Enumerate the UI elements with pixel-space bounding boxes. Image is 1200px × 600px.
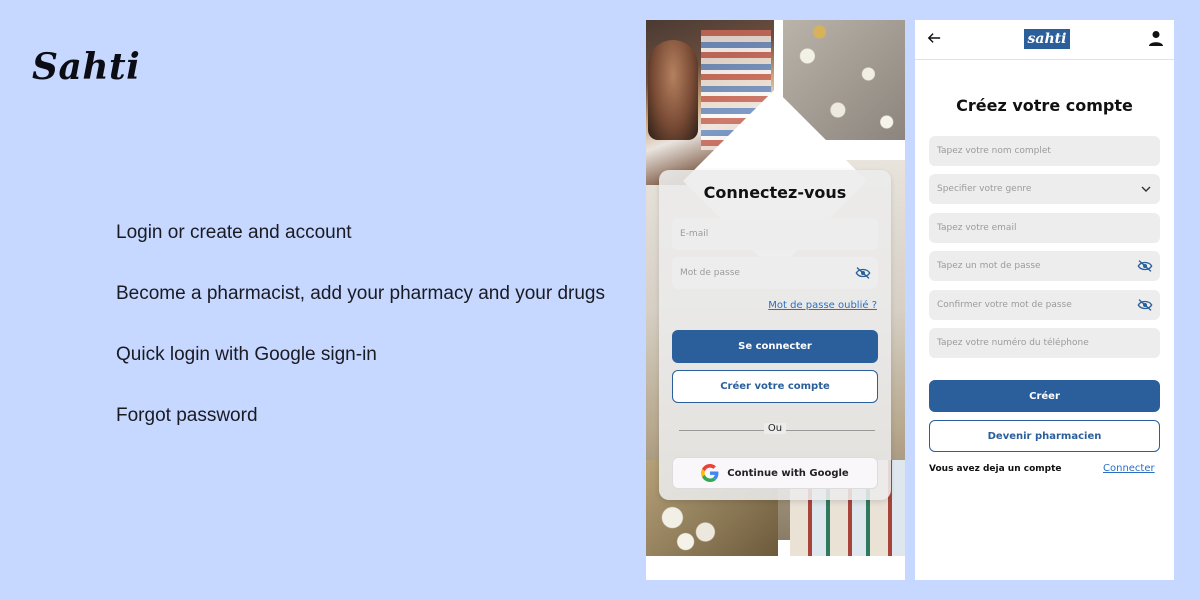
login-screen: Connectez-vous E-mail Mot de passe Mot d… (646, 20, 905, 580)
google-icon (701, 464, 719, 482)
feature-list: Login or create and account Become a pha… (116, 222, 605, 466)
phone-placeholder: Tapez votre numéro du téléphone (937, 338, 1089, 348)
login-title: Connectez-vous (703, 183, 847, 202)
create-account-button[interactable]: Créer votre compte (672, 370, 878, 403)
forgot-password-link[interactable]: Mot de passe oublié ? (768, 300, 877, 311)
gender-placeholder: Specifier votre genre (937, 184, 1032, 194)
confirm-password-input[interactable]: Confirmer votre mot de passe (929, 290, 1160, 320)
chevron-down-icon (1141, 186, 1151, 192)
gender-select[interactable]: Specifier votre genre (929, 174, 1160, 204)
register-screen: sahti Créez votre compte Tapez votre nom… (915, 20, 1174, 580)
confirm-password-placeholder: Confirmer votre mot de passe (937, 300, 1072, 310)
user-icon[interactable] (1148, 30, 1164, 46)
separator-label: Ou (763, 423, 787, 434)
register-title: Créez votre compte (956, 96, 1133, 115)
eye-off-icon[interactable] (1137, 260, 1153, 272)
login-card: Connectez-vous E-mail Mot de passe Mot d… (659, 170, 891, 500)
fullname-placeholder: Tapez votre nom complet (937, 146, 1051, 156)
feature-item: Login or create and account (116, 222, 352, 243)
new-password-placeholder: Tapez un mot de passe (937, 261, 1041, 271)
phone-input[interactable]: Tapez votre numéro du téléphone (929, 328, 1160, 358)
become-pharmacist-button[interactable]: Devenir pharmacien (929, 420, 1160, 452)
back-arrow-icon[interactable] (927, 31, 941, 45)
google-signin-button[interactable]: Continue with Google (672, 457, 878, 489)
feature-item: Become a pharmacist, add your pharmacy a… (116, 283, 605, 304)
google-button-label: Continue with Google (727, 467, 849, 479)
app-logo: sahti (1024, 29, 1070, 49)
email-placeholder: E-mail (680, 229, 709, 239)
email-input[interactable]: E-mail (672, 218, 878, 250)
eye-off-icon[interactable] (855, 267, 871, 279)
new-password-input[interactable]: Tapez un mot de passe (929, 251, 1160, 281)
password-placeholder: Mot de passe (680, 268, 740, 278)
feature-item: Quick login with Google sign-in (116, 344, 377, 365)
email-field[interactable]: Tapez votre email (929, 213, 1160, 243)
password-input[interactable]: Mot de passe (672, 257, 878, 289)
brand-title: Sahti (32, 46, 141, 88)
connect-link[interactable]: Connecter (1103, 463, 1155, 474)
eye-off-icon[interactable] (1137, 299, 1153, 311)
login-button[interactable]: Se connecter (672, 330, 878, 363)
create-button[interactable]: Créer (929, 380, 1160, 412)
top-bar: sahti (915, 20, 1174, 60)
email-field-placeholder: Tapez votre email (937, 223, 1017, 233)
fullname-input[interactable]: Tapez votre nom complet (929, 136, 1160, 166)
feature-item: Forgot password (116, 405, 258, 426)
separator: Ou (659, 423, 891, 434)
already-account-text: Vous avez deja un compte (929, 464, 1062, 474)
